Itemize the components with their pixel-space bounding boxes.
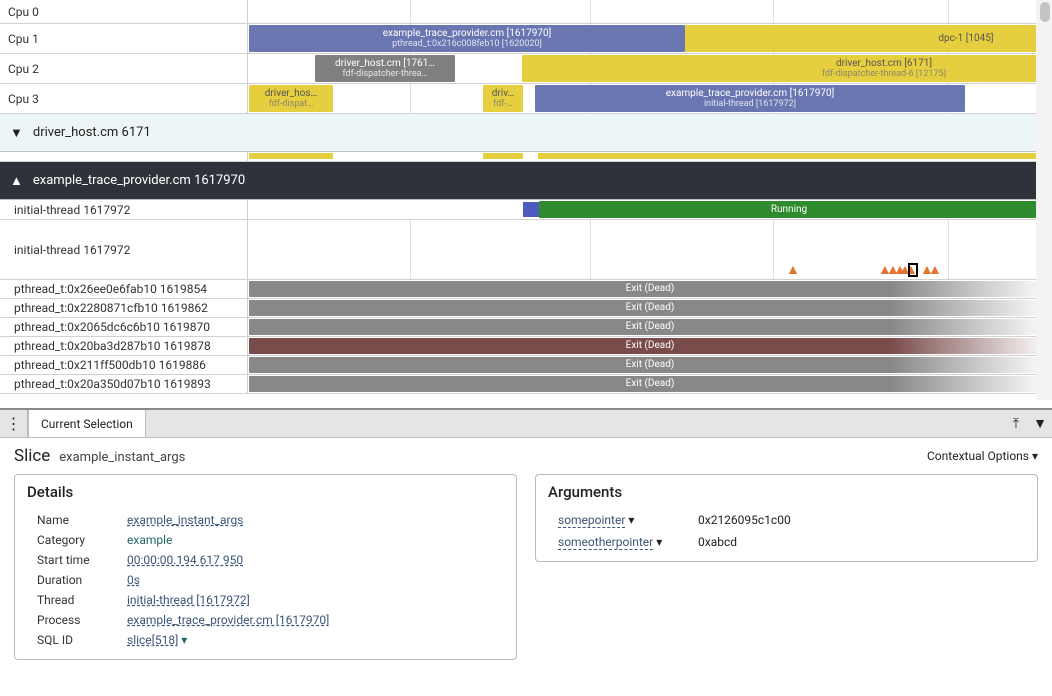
detail-key: Thread [37,593,127,607]
detail-value[interactable]: slice[518] ▾ [127,633,504,647]
detail-key: Name [37,513,127,527]
pin-icon[interactable]: ⤒ [1004,410,1028,437]
instant-marker-icon[interactable]: ▲ [928,263,942,277]
arguments-card: Arguments somepointer ▾0x2126095c1c00some… [535,474,1038,562]
details-card: DetailsNameexample_instant_argsCategorye… [14,474,517,660]
cpu-row-label[interactable]: Cpu 3 [0,84,248,113]
detail-key: Duration [37,573,127,587]
thread-row-label[interactable]: pthread_t:0x2280871cfb10 1619862 [0,299,248,317]
thread-row-label[interactable]: initial-thread 1617972 [0,220,248,279]
thread-row-label[interactable]: pthread_t:0x2065dc6c6b10 1619870 [0,318,248,336]
exit-slice[interactable]: Exit (Dead) [249,319,1051,335]
chevron-up-icon: ▲ [10,173,23,189]
thread-row-label[interactable]: pthread_t:0x20ba3d287b10 1619878 [0,337,248,355]
trace-slice[interactable]: dpc-1 [1045] [685,25,1052,52]
tab-current-selection[interactable]: Current Selection [28,410,146,437]
group-label: driver_host.cm 6171 [33,125,151,140]
detail-key: Process [37,613,127,627]
detail-value[interactable]: 0s [127,573,504,587]
trace-slice[interactable]: driver_host.cm [6171]fdf-dispatcher-thre… [522,55,1052,82]
arg-value: 0xabcd [698,535,1015,549]
chevron-down-icon[interactable]: ▼ [1028,410,1052,437]
detail-key: Category [37,533,127,547]
cpu-track[interactable]: example_trace_provider.cm [1617970]pthre… [248,24,1052,53]
cpu-track[interactable]: driver_hos…fdf-dispat… driv…fdf-… example_… [248,84,1052,113]
instant-marker-icon[interactable]: ▲ [786,263,800,277]
detail-key: SQL ID [37,633,127,647]
trace-slice[interactable]: example_trace_provider.cm [1617970]pthre… [249,25,685,52]
cpu-row-label[interactable]: Cpu 2 [0,54,248,83]
group-label: example_trace_provider.cm 1617970 [33,173,245,188]
group-header-driver-host[interactable]: ▼ driver_host.cm 6171 [0,114,1052,152]
arg-key[interactable]: someotherpointer ▾ [558,535,698,549]
instant-track[interactable]: ▲▲▲▲▲▲▲▲ [248,220,1052,279]
detail-value[interactable]: initial-thread [1617972] [127,593,504,607]
detail-value[interactable]: 00:00:00.194 617 950 [127,553,504,567]
cpu-row-label[interactable]: Cpu 1 [0,24,248,53]
group-header-example-trace[interactable]: ▲ example_trace_provider.cm 1617970 [0,162,1052,200]
thread-row-label[interactable]: pthread_t:0x211ff500db10 1619886 [0,356,248,374]
thread-row-label[interactable]: initial-thread 1617972 [0,200,248,219]
exit-slice[interactable]: Exit (Dead) [249,357,1051,373]
thread-row-label[interactable]: pthread_t:0x26ee0e6fab10 1619854 [0,280,248,298]
trace-slice[interactable]: driv…fdf-… [483,85,523,112]
thread-row-label[interactable]: pthread_t:0x20a350d07b10 1619893 [0,375,248,393]
exit-slice[interactable]: Exit (Dead) [249,338,1051,354]
arg-key[interactable]: somepointer ▾ [558,513,698,527]
exit-slice[interactable]: Exit (Dead) [249,281,1051,297]
arg-value: 0x2126095c1c00 [698,513,1015,527]
trace-slice[interactable]: example_trace_provider.cm [1617970]initi… [535,85,965,112]
slice-name: example_instant_args [59,450,185,465]
cpu-track[interactable]: driver_host.cm [1761…fdf-dispatcher-thre… [248,54,1052,83]
chevron-down-icon: ▼ [10,125,23,141]
detail-key: Start time [37,553,127,567]
detail-value[interactable]: example_trace_provider.cm [1617970] [127,613,504,627]
menu-icon[interactable]: ⋮ [0,410,28,437]
detail-value[interactable]: example_instant_args [127,513,504,527]
arguments-title: Arguments [536,475,1037,509]
slice-title: Slice [14,446,50,466]
exit-slice[interactable]: Exit (Dead) [249,300,1051,316]
details-title: Details [15,475,516,509]
contextual-options-dropdown[interactable]: Contextual Options ▾ [927,449,1038,463]
thread-track[interactable]: Running [248,200,1052,219]
detail-value: example [127,533,504,547]
exit-slice[interactable]: Exit (Dead) [249,376,1051,392]
trace-slice[interactable]: driver_hos…fdf-dispat… [249,85,333,112]
running-slice[interactable]: Running [539,201,1039,218]
cpu-row-label[interactable]: Cpu 0 [0,0,248,23]
scrollbar[interactable] [1036,0,1052,400]
selected-marker[interactable] [908,263,918,277]
trace-slice[interactable]: driver_host.cm [1761…fdf-dispatcher-thre… [315,55,455,82]
cpu-track[interactable] [248,0,1052,23]
